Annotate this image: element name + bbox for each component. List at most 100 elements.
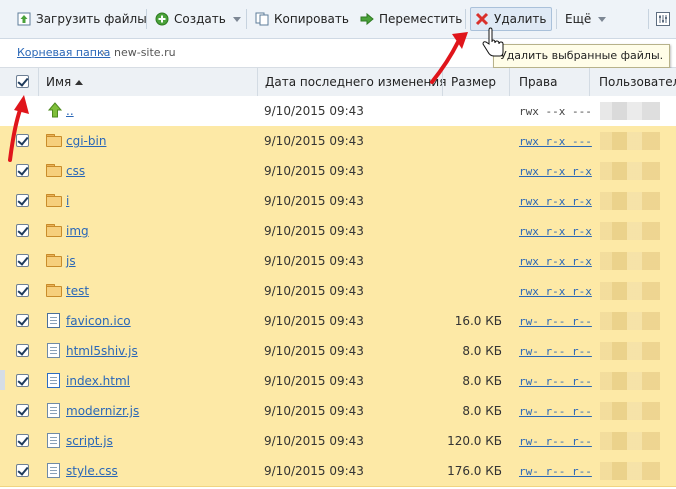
- column-header-user[interactable]: Пользовател: [599, 68, 676, 96]
- table-row[interactable]: i 9/10/2015 09:43 rwx r-x r-x: [0, 186, 676, 217]
- file-name-link[interactable]: script.js: [66, 434, 113, 448]
- modified-date: 9/10/2015 09:43: [264, 374, 364, 388]
- row-checkbox[interactable]: [16, 404, 29, 417]
- file-name-link[interactable]: js: [66, 254, 76, 268]
- row-checkbox[interactable]: [16, 374, 29, 387]
- row-checkbox[interactable]: [16, 194, 29, 207]
- row-checkbox[interactable]: [16, 344, 29, 357]
- table-row[interactable]: index.html 9/10/2015 09:43 8.0 КБ rw- r-…: [0, 366, 676, 397]
- permissions-link[interactable]: rwx r-x r-x: [519, 165, 592, 178]
- folder-icon: [46, 284, 62, 297]
- modified-date: 9/10/2015 09:43: [264, 164, 364, 178]
- breadcrumb-separator: ›: [101, 46, 106, 59]
- row-checkbox[interactable]: [16, 314, 29, 327]
- chevron-down-icon: [598, 16, 607, 22]
- row-checkbox[interactable]: [16, 224, 29, 237]
- permissions-link[interactable]: rw- r-- r--: [519, 345, 592, 358]
- modified-date: 9/10/2015 09:43: [264, 284, 364, 298]
- file-name-link[interactable]: modernizr.js: [66, 404, 139, 418]
- modified-date: 9/10/2015 09:43: [264, 194, 364, 208]
- toolbar-divider: [246, 9, 247, 29]
- row-checkbox[interactable]: [16, 284, 29, 297]
- toolbar-divider: [146, 9, 147, 29]
- file-name-link[interactable]: ..: [66, 104, 74, 118]
- column-header-modified[interactable]: Дата последнего изменения: [265, 68, 446, 96]
- permissions-link[interactable]: rwx r-x r-x: [519, 255, 592, 268]
- user-redacted: [600, 282, 660, 300]
- table-row[interactable]: modernizr.js 9/10/2015 09:43 8.0 КБ rw- …: [0, 396, 676, 427]
- file-name-link[interactable]: css: [66, 164, 85, 178]
- permissions-link[interactable]: rw- r-- r--: [519, 435, 592, 448]
- file-table-header: Имя Дата последнего изменения Размер Пра…: [0, 68, 676, 97]
- file-name-link[interactable]: cgi-bin: [66, 134, 106, 148]
- settings-button[interactable]: [656, 8, 670, 30]
- table-row[interactable]: js 9/10/2015 09:43 rwx r-x r-x: [0, 246, 676, 277]
- table-row[interactable]: cgi-bin 9/10/2015 09:43 rwx r-x ---: [0, 126, 676, 157]
- file-size: 8.0 КБ: [462, 344, 502, 358]
- upload-button[interactable]: Загрузить файлы: [17, 8, 147, 30]
- table-row[interactable]: style.css 9/10/2015 09:43 176.0 КБ rw- r…: [0, 456, 676, 487]
- column-name-label: Имя: [46, 75, 72, 89]
- chevron-down-icon: [232, 16, 241, 22]
- modified-date: 9/10/2015 09:43: [264, 404, 364, 418]
- modified-date: 9/10/2015 09:43: [264, 344, 364, 358]
- column-divider: [257, 68, 258, 96]
- row-checkbox[interactable]: [16, 254, 29, 267]
- user-redacted: [600, 402, 660, 420]
- delete-x-icon: [475, 12, 489, 26]
- copy-button[interactable]: Копировать: [255, 8, 349, 30]
- user-redacted: [600, 162, 660, 180]
- move-label: Переместить: [379, 12, 463, 26]
- upload-label: Загрузить файлы: [36, 12, 147, 26]
- file-name-link[interactable]: i: [66, 194, 69, 208]
- toolbar-divider: [465, 9, 466, 29]
- row-checkbox[interactable]: [16, 134, 29, 147]
- file-name-link[interactable]: img: [66, 224, 89, 238]
- table-row[interactable]: img 9/10/2015 09:43 rwx r-x r-x: [0, 216, 676, 247]
- table-row[interactable]: html5shiv.js 9/10/2015 09:43 8.0 КБ rw- …: [0, 336, 676, 367]
- file-name-link[interactable]: test: [66, 284, 89, 298]
- select-all-checkbox[interactable]: [16, 75, 29, 88]
- table-row[interactable]: favicon.ico 9/10/2015 09:43 16.0 КБ rw- …: [0, 306, 676, 337]
- permissions-link[interactable]: rwx r-x r-x: [519, 285, 592, 298]
- permissions-link[interactable]: rw- r-- r--: [519, 315, 592, 328]
- file-name-link[interactable]: html5shiv.js: [66, 344, 138, 358]
- move-button[interactable]: Переместить: [360, 8, 462, 30]
- column-divider: [442, 68, 443, 96]
- column-header-size[interactable]: Размер: [451, 68, 496, 96]
- table-row[interactable]: .. 9/10/2015 09:43 rwx --x ---: [0, 96, 676, 127]
- toolbar-divider: [648, 9, 649, 29]
- file-name-link[interactable]: index.html: [66, 374, 130, 388]
- permissions-link[interactable]: rwx r-x r-x: [519, 195, 592, 208]
- column-header-name[interactable]: Имя: [46, 68, 84, 96]
- table-row[interactable]: test 9/10/2015 09:43 rwx r-x r-x: [0, 276, 676, 307]
- panel-resize-handle[interactable]: [0, 370, 5, 390]
- table-row[interactable]: script.js 9/10/2015 09:43 120.0 КБ rw- r…: [0, 426, 676, 457]
- permissions-link[interactable]: rw- r-- r--: [519, 465, 592, 478]
- breadcrumb-root-link[interactable]: Корневая папка: [17, 46, 110, 59]
- folder-icon: [46, 224, 62, 237]
- permissions-link[interactable]: rw- r-- r--: [519, 405, 592, 418]
- more-menu-button[interactable]: Ещё: [565, 8, 607, 30]
- permissions-link[interactable]: rwx r-x ---: [519, 135, 592, 148]
- row-checkbox[interactable]: [16, 434, 29, 447]
- create-button[interactable]: Создать: [155, 8, 241, 30]
- file-name-link[interactable]: style.css: [66, 464, 118, 478]
- delete-button[interactable]: Удалить: [470, 7, 552, 31]
- modified-date: 9/10/2015 09:43: [264, 104, 364, 118]
- column-header-perms[interactable]: Права: [519, 68, 557, 96]
- permissions-link[interactable]: rwx r-x r-x: [519, 225, 592, 238]
- add-icon: [155, 12, 169, 26]
- file-size: 16.0 КБ: [454, 314, 502, 328]
- parent-folder-icon: [47, 102, 63, 118]
- folder-icon: [46, 254, 62, 267]
- row-checkbox[interactable]: [16, 464, 29, 477]
- user-redacted: [600, 222, 660, 240]
- row-checkbox[interactable]: [16, 164, 29, 177]
- user-redacted: [600, 102, 660, 120]
- file-name-link[interactable]: favicon.ico: [66, 314, 131, 328]
- permissions-link[interactable]: rw- r-- r--: [519, 375, 592, 388]
- css-file-icon: [47, 463, 60, 478]
- table-row[interactable]: css 9/10/2015 09:43 rwx r-x r-x: [0, 156, 676, 187]
- file-size: 120.0 КБ: [447, 434, 502, 448]
